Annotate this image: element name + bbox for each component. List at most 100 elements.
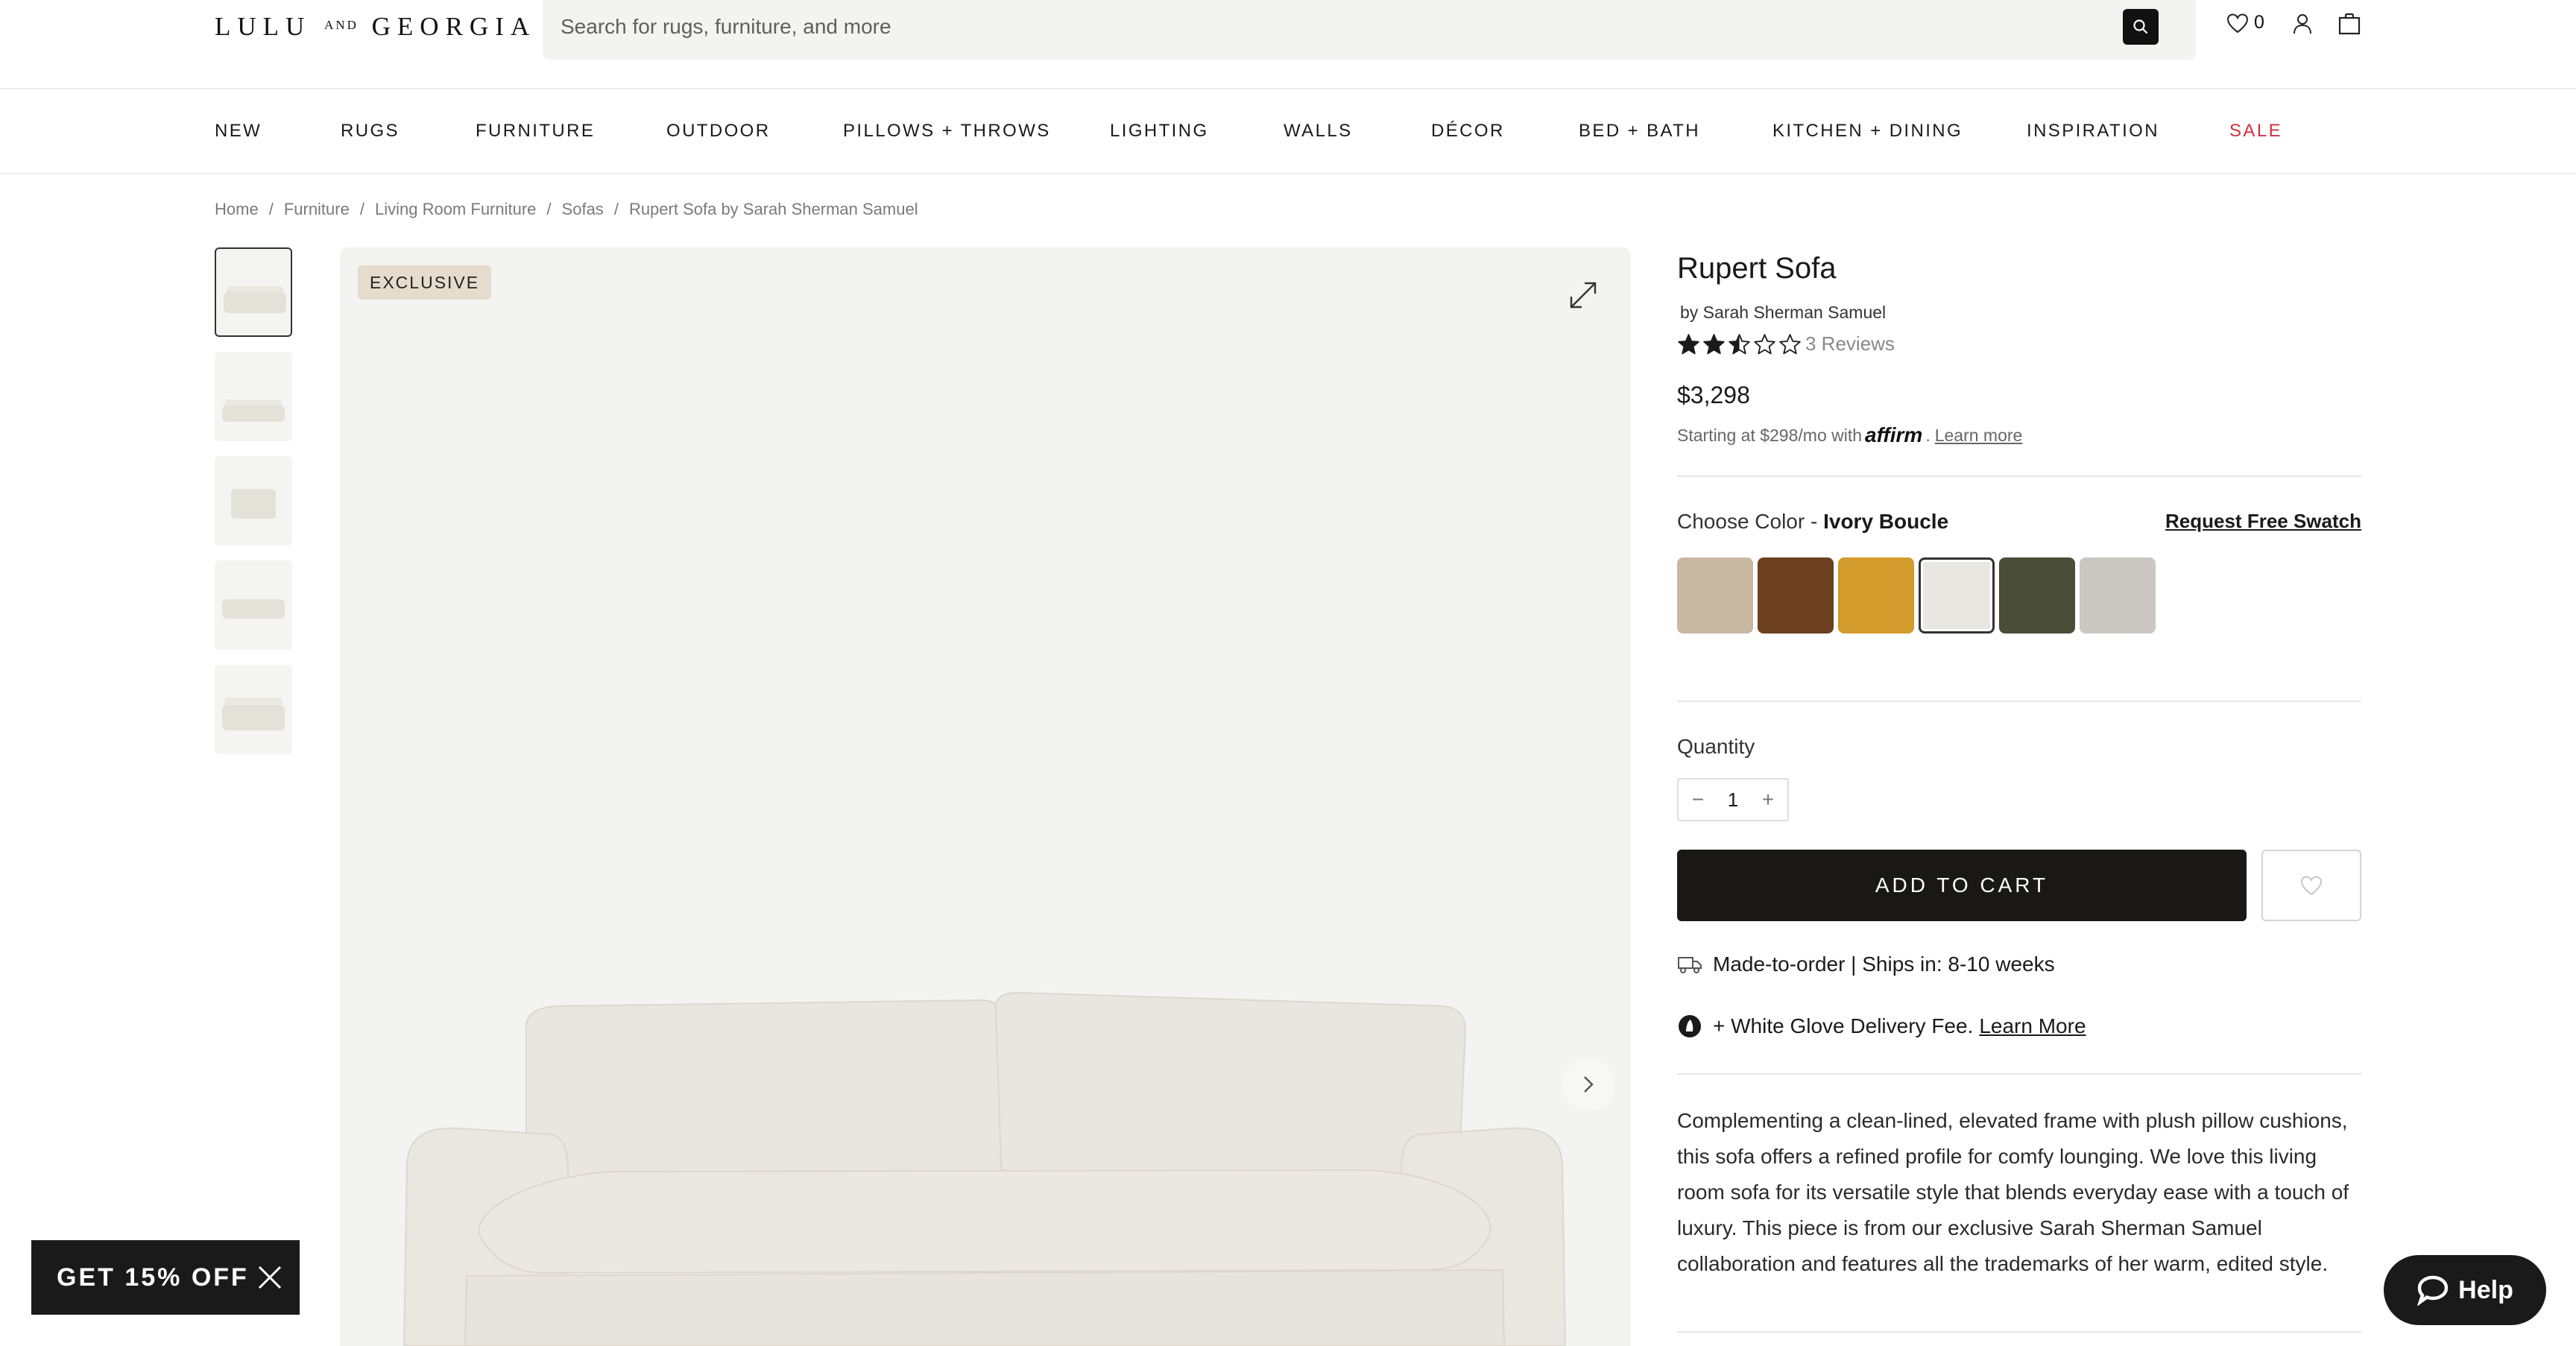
- nav-item-inspiration[interactable]: INSPIRATION: [2027, 121, 2159, 142]
- exclusive-badge: EXCLUSIVE: [358, 265, 492, 300]
- shipping-text: Made-to-order | Ships in: 8-10 weeks: [1713, 952, 2055, 976]
- star-icon-full: [1703, 333, 1725, 354]
- nav-item-kitchen-dining[interactable]: KITCHEN + DINING: [1772, 121, 1963, 142]
- promo-text: GET 15% OFF: [57, 1263, 249, 1292]
- divider: [1677, 1073, 2361, 1075]
- help-label: Help: [2458, 1275, 2513, 1304]
- swatch-light-grey[interactable]: [2080, 557, 2156, 633]
- nav-item-pillows-throws[interactable]: PILLOWS + THROWS: [843, 121, 1051, 142]
- color-swatches: [1677, 557, 2160, 633]
- divider: [1677, 1331, 2361, 1333]
- breadcrumb-sofas[interactable]: Sofas: [562, 200, 604, 218]
- quantity-value[interactable]: 1: [1728, 789, 1738, 812]
- divider: [1677, 701, 2361, 702]
- sofa-image: [402, 991, 1567, 1346]
- thumbnail-1[interactable]: [215, 247, 292, 337]
- product-title: Rupert Sofa: [1677, 252, 1837, 285]
- breadcrumb-separator: /: [359, 200, 364, 218]
- thumbnail-5[interactable]: [215, 665, 292, 754]
- account-link[interactable]: [2291, 12, 2314, 36]
- thumbnail-3[interactable]: [215, 456, 292, 546]
- shopping-bag-icon: [2338, 13, 2361, 35]
- nav-item-sale[interactable]: SALE: [2229, 121, 2282, 142]
- swatch-ivory-boucle[interactable]: [1919, 557, 1995, 633]
- search-bar: [543, 0, 2196, 60]
- breadcrumb-separator: /: [613, 200, 619, 218]
- nav-item-furniture[interactable]: FURNITURE: [476, 121, 595, 142]
- star-icon-empty: [1779, 333, 1801, 354]
- product-description: Complementing a clean-lined, elevated fr…: [1677, 1109, 2349, 1275]
- star-icon-full: [1678, 333, 1699, 354]
- divider: [1677, 475, 2361, 477]
- heart-icon: [2300, 876, 2323, 896]
- breadcrumb-living-room[interactable]: Living Room Furniture: [375, 200, 536, 218]
- main-nav: NEW RUGS FURNITURE OUTDOOR PILLOWS + THR…: [0, 91, 2576, 174]
- search-button[interactable]: [2123, 9, 2159, 45]
- affirm-logo: affirm: [1865, 423, 1923, 446]
- white-glove-text: + White Glove Delivery Fee.: [1713, 1014, 1974, 1037]
- promo-close-button[interactable]: [256, 1264, 283, 1295]
- nav-item-new[interactable]: NEW: [215, 121, 262, 142]
- discount-promo-banner[interactable]: GET 15% OFF: [31, 1240, 300, 1315]
- breadcrumb-separator: /: [268, 200, 274, 218]
- swatch-mustard[interactable]: [1838, 557, 1914, 633]
- logo-word-and: AND: [324, 18, 359, 32]
- breadcrumb-home[interactable]: Home: [215, 200, 259, 218]
- color-label-prefix: Choose Color -: [1677, 510, 1818, 533]
- white-glove-info: + White Glove Delivery Fee. Learn More: [1677, 1014, 2086, 1039]
- swatch-brown-leather[interactable]: [1758, 557, 1834, 633]
- cart-link[interactable]: [2337, 12, 2361, 36]
- nav-item-lighting[interactable]: LIGHTING: [1110, 121, 1209, 142]
- financing-learn-more-link[interactable]: Learn more: [1935, 426, 2023, 446]
- site-logo[interactable]: LULU AND GEORGIA: [215, 13, 536, 45]
- expand-button[interactable]: [1567, 279, 1600, 315]
- close-icon: [258, 1266, 282, 1289]
- star-icon-empty: [1754, 333, 1775, 354]
- nav-item-walls[interactable]: WALLS: [1284, 121, 1352, 142]
- site-header: LULU AND GEORGIA 0: [0, 0, 2576, 89]
- white-glove-icon: [1679, 1015, 1701, 1037]
- chat-bubble-icon: [2417, 1275, 2449, 1306]
- search-input[interactable]: [561, 0, 2126, 54]
- breadcrumb-current: Rupert Sofa by Sarah Sherman Samuel: [628, 200, 918, 218]
- thumbnail-4[interactable]: [215, 560, 292, 650]
- expand-icon: [1570, 282, 1597, 309]
- nav-item-outdoor[interactable]: OUTDOOR: [666, 121, 770, 142]
- breadcrumb-furniture[interactable]: Furniture: [284, 200, 350, 218]
- wishlist-count: 0: [2254, 12, 2264, 33]
- request-swatch-link[interactable]: Request Free Swatch: [2165, 510, 2361, 533]
- chevron-right-icon: [1584, 1076, 1594, 1093]
- logo-word-left: LULU: [215, 12, 312, 41]
- breadcrumb: Home / Furniture / Living Room Furniture / Sof…: [215, 200, 918, 219]
- heart-icon: [2226, 13, 2249, 33]
- next-image-button[interactable]: [1562, 1058, 1614, 1110]
- review-count-link[interactable]: 3 Reviews: [1805, 332, 1895, 356]
- nav-item-decor[interactable]: DÉCOR: [1431, 121, 1505, 142]
- thumbnail-2[interactable]: [215, 352, 292, 441]
- product-designer[interactable]: by Sarah Sherman Samuel: [1680, 303, 1886, 323]
- quantity-increase-button[interactable]: +: [1759, 788, 1777, 812]
- product-main-image[interactable]: EXCLUSIVE: [340, 247, 1631, 1346]
- search-icon: [2133, 19, 2148, 34]
- help-chat-button[interactable]: Help: [2384, 1255, 2546, 1325]
- quantity-label: Quantity: [1677, 735, 1755, 758]
- nav-item-rugs[interactable]: RUGS: [341, 121, 400, 142]
- nav-item-bed-bath[interactable]: BED + BATH: [1579, 121, 1700, 142]
- star-icon-half: [1729, 333, 1750, 354]
- breadcrumb-separator: /: [546, 200, 552, 218]
- quantity-stepper: − 1 +: [1677, 778, 1789, 821]
- white-glove-learn-more-link[interactable]: Learn More: [1979, 1014, 2086, 1038]
- quantity-decrease-button[interactable]: −: [1689, 788, 1707, 812]
- truck-icon: [1678, 957, 1702, 973]
- star-rating[interactable]: 3 Reviews: [1677, 332, 1895, 356]
- product-price: $3,298: [1677, 382, 1750, 408]
- swatch-olive[interactable]: [1999, 557, 2075, 633]
- financing-info: Starting at $298/mo with affirm . Learn …: [1677, 423, 2023, 446]
- selected-color-name: Ivory Boucle: [1823, 510, 1949, 533]
- add-to-cart-button[interactable]: ADD TO CART: [1677, 850, 2247, 921]
- wishlist-link[interactable]: 0: [2226, 12, 2264, 34]
- swatch-taupe[interactable]: [1677, 557, 1753, 633]
- add-to-wishlist-button[interactable]: [2261, 850, 2361, 921]
- financing-text: Starting at $298/mo with: [1677, 425, 1863, 445]
- user-icon: [2294, 14, 2311, 34]
